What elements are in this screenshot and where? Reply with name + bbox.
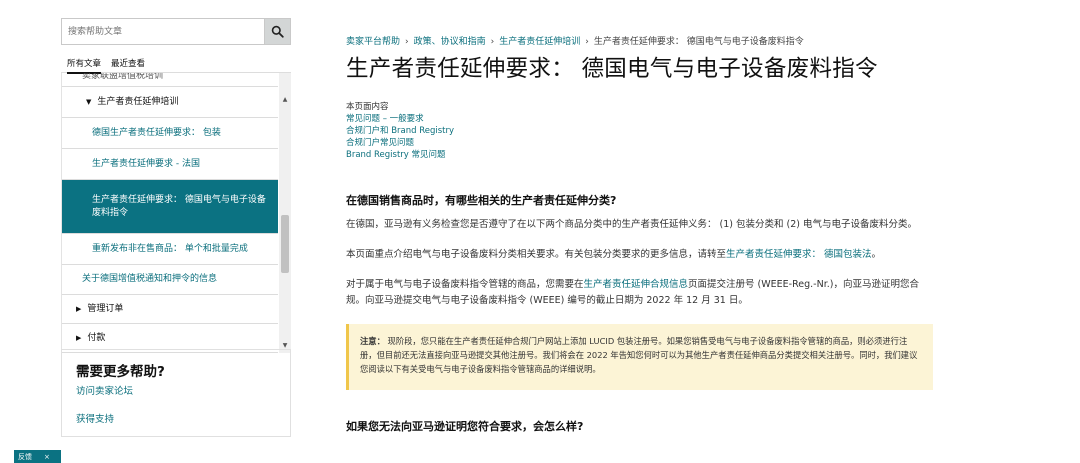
packaging-law-link[interactable]: 生产者责任延伸要求： 德国包装法: [726, 249, 872, 260]
nav-item-france[interactable]: 生产者责任延伸要求 - 法国: [62, 149, 278, 180]
search-icon: [271, 25, 284, 38]
nav-item-relist[interactable]: 重新发布非在售商品： 单个和批量完成: [62, 234, 278, 265]
nav-item-label: 付款: [87, 332, 106, 343]
breadcrumb: 卖家平台帮助 › 政策、协议和指南 › 生产者责任延伸培训 › 生产者责任延伸要求： 德国电…: [346, 34, 936, 47]
nav-section-manage-orders[interactable]: ▶ 管理订单: [62, 295, 278, 324]
breadcrumb-separator-icon: ›: [585, 37, 589, 47]
tab-all-articles[interactable]: 所有文章: [67, 57, 102, 74]
next-section-heading: 如果您无法向亚马逊证明您符合要求，会怎么样?: [346, 420, 584, 433]
main-content: 卖家平台帮助 › 政策、协议和指南 › 生产者责任延伸培训 › 生产者责任延伸要求： 德国电…: [346, 34, 936, 434]
toc-link-faq-general[interactable]: 常见问题 – 一般要求: [346, 113, 936, 125]
help-title: 需要更多帮助?: [76, 364, 165, 380]
nav-tree: 卖家联盟增值税培训 ▼ 生产者责任延伸培训 德国生产者责任延伸要求： 包装 生产…: [61, 73, 291, 353]
nav-item-label: 重新发布非在售商品： 单个和批量完成: [92, 243, 248, 254]
note-text: 现阶段，您只能在生产者责任延伸合规门户网站上添加 LUCID 包装注册号。如果您…: [360, 336, 918, 374]
paragraph-text: 。: [871, 249, 882, 260]
caret-right-icon: ▶: [76, 334, 82, 342]
nav-item-label: 管理订单: [87, 303, 124, 314]
section-heading: 在德国销售商品时，有哪些相关的生产者责任延伸分类?: [346, 194, 617, 207]
paragraph-intro: 在德国，亚马逊有义务检查您是否遵守了在以下两个商品分类中的生产者责任延伸义务： …: [346, 219, 917, 230]
nav-item-label: 生产者责任延伸培训: [97, 96, 179, 107]
search-bar: [61, 18, 291, 45]
nav-item-label: 生产者责任延伸要求 - 法国: [92, 158, 200, 169]
toc-title: 本页面内容: [346, 102, 389, 112]
nav-item-germany-vat-notice[interactable]: 关于德国增值税通知和押令的信息: [62, 265, 278, 295]
breadcrumb-item[interactable]: 政策、协议和指南: [414, 37, 486, 47]
search-button[interactable]: [264, 18, 291, 45]
search-input[interactable]: [61, 18, 264, 45]
get-support-link[interactable]: 获得支持: [76, 411, 276, 425]
nav-item-label: 关于德国增值税通知和押令的信息: [82, 274, 218, 284]
help-box: 需要更多帮助? 访问卖家论坛 获得支持: [61, 349, 291, 437]
paragraph-registration: 对于属于电气与电子设备废料指令管辖的商品，您需要在生产者责任延伸合规信息页面提交…: [346, 277, 931, 309]
epr-compliance-link[interactable]: 生产者责任延伸合规信息: [584, 279, 689, 290]
nav-item-vat-training[interactable]: 卖家联盟增值税培训: [62, 73, 278, 87]
nav-item-germany-packaging[interactable]: 德国生产者责任延伸要求： 包装: [62, 118, 278, 149]
nav-item-germany-weee[interactable]: 生产者责任延伸要求： 德国电气与电子设备废料指令: [62, 180, 278, 234]
scroll-thumb[interactable]: [281, 215, 289, 273]
caret-down-icon: ▼: [86, 98, 92, 106]
breadcrumb-item[interactable]: 卖家平台帮助: [346, 37, 400, 47]
nav-item-label: 卖家联盟增值税培训: [82, 73, 164, 81]
feedback-label: 反馈: [18, 452, 32, 461]
toc-link-brand-registry-faq[interactable]: Brand Registry 常见问题: [346, 149, 936, 161]
breadcrumb-current: 生产者责任延伸要求： 德国电气与电子设备废料指令: [593, 37, 804, 47]
toc-link-portal-faq[interactable]: 合规门户常见问题: [346, 137, 936, 149]
table-of-contents: 本页面内容 常见问题 – 一般要求 合规门户和 Brand Registry 合…: [346, 101, 936, 161]
nav-item-epr-training[interactable]: ▼ 生产者责任延伸培训: [62, 87, 278, 118]
page-title: 生产者责任延伸要求： 德国电气与电子设备废料指令: [346, 56, 878, 82]
note-box: 注意： 现阶段，您只能在生产者责任延伸合规门户网站上添加 LUCID 包装注册号…: [346, 324, 933, 390]
close-icon[interactable]: ×: [44, 453, 50, 461]
article-tabs: 所有文章 最近查看: [61, 57, 291, 74]
breadcrumb-separator-icon: ›: [405, 37, 409, 47]
feedback-button[interactable]: 反馈 ×: [14, 450, 61, 463]
caret-right-icon: ▶: [76, 305, 82, 313]
paragraph-packaging: 本页面重点介绍电气与电子设备废料分类相关要求。有关包装分类要求的更多信息，请转至…: [346, 247, 931, 263]
paragraph-text: 对于属于电气与电子设备废料指令管辖的商品，您需要在: [346, 279, 584, 290]
sidebar: 所有文章 最近查看 卖家联盟增值税培训 ▼ 生产者责任延伸培训 德国生产者责任延…: [61, 18, 291, 353]
seller-forum-link[interactable]: 访问卖家论坛: [76, 383, 276, 397]
breadcrumb-item[interactable]: 生产者责任延伸培训: [499, 37, 580, 47]
toc-link-portal-brand-registry[interactable]: 合规门户和 Brand Registry: [346, 125, 936, 137]
note-label: 注意：: [360, 336, 385, 346]
nav-item-label: 德国生产者责任延伸要求： 包装: [92, 127, 221, 138]
breadcrumb-separator-icon: ›: [490, 37, 495, 47]
tab-recently-viewed[interactable]: 最近查看: [111, 57, 145, 72]
nav-item-label: 生产者责任延伸要求： 德国电气与电子设备废料指令: [92, 194, 266, 218]
scroll-up-arrow-icon[interactable]: ▲: [279, 93, 291, 105]
nav-scrollbar[interactable]: ▲ ▼: [279, 73, 291, 353]
paragraph-text: 本页面重点介绍电气与电子设备废料分类相关要求。有关包装分类要求的更多信息，请转至: [346, 249, 727, 260]
